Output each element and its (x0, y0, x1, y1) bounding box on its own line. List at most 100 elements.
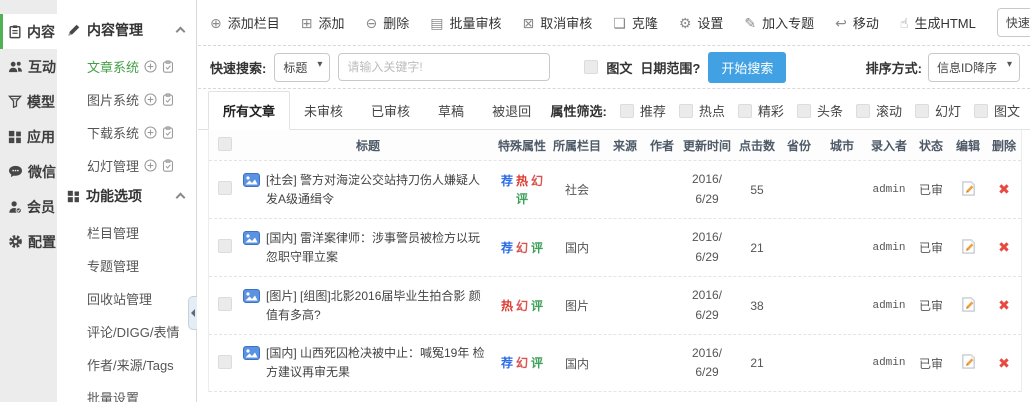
toolbar-button-生成HTML[interactable]: ☝生成HTML (900, 13, 976, 32)
sidebar-item-幻灯管理[interactable]: 幻灯管理 (57, 149, 196, 182)
add-icon[interactable] (144, 159, 157, 172)
filter-option-滚动[interactable]: 滚动 (856, 101, 902, 120)
add-icon[interactable] (144, 93, 157, 106)
sidebar-item-回收站管理[interactable]: 回收站管理 (57, 282, 196, 315)
delete-button[interactable]: ✖ (998, 355, 1010, 371)
filter-option-幻灯[interactable]: 幻灯 (915, 101, 961, 120)
row-checkbox[interactable] (218, 297, 232, 311)
attr-badge[interactable]: 热 (501, 297, 513, 315)
rail-item-会员[interactable]: 会员 (0, 189, 57, 224)
tab-草稿[interactable]: 草稿 (424, 92, 478, 129)
edit-button[interactable] (960, 180, 977, 197)
tab-所有文章[interactable]: 所有文章 (208, 91, 290, 130)
tab-未审核[interactable]: 未审核 (290, 92, 357, 129)
toolbar-button-添加[interactable]: ⊞添加 (301, 13, 345, 32)
attr-badge[interactable]: 荐 (501, 172, 513, 190)
tab-被退回[interactable]: 被退回 (478, 92, 545, 129)
attr-badge[interactable]: 幻 (516, 239, 528, 257)
delete-button[interactable]: ✖ (998, 297, 1010, 313)
edit-button[interactable] (960, 353, 977, 370)
attr-badge[interactable]: 幻 (516, 297, 528, 315)
article-title[interactable]: [国内] 雷洋案律师：涉事警员被检方以玩忽职守罪立案 (241, 225, 495, 270)
sort-select[interactable]: 信息ID降序 (928, 53, 1020, 82)
filter-checkbox[interactable] (915, 104, 929, 118)
attr-badge[interactable]: 荐 (501, 239, 513, 257)
row-checkbox[interactable] (218, 239, 232, 253)
image-text-label: 图文 (606, 58, 632, 77)
toolbar-button-取消审核[interactable]: ⊠取消审核 (523, 13, 593, 32)
filter-checkbox[interactable] (856, 104, 870, 118)
toolbar-button-删除[interactable]: ⊖删除 (366, 13, 410, 32)
select-all-checkbox[interactable] (218, 137, 232, 151)
rail-item-内容[interactable]: 内容 (0, 14, 57, 49)
edit-button[interactable] (960, 238, 977, 255)
filter-checkbox[interactable] (797, 104, 811, 118)
filter-option-图文[interactable]: 图文 (974, 101, 1020, 120)
add-icon[interactable] (144, 60, 157, 73)
search-field-select[interactable]: 标题 (274, 53, 330, 82)
column-header-作者: 作者 (645, 137, 679, 154)
filter-option-推荐[interactable]: 推荐 (620, 101, 666, 120)
start-search-button[interactable]: 开始搜索 (708, 52, 786, 83)
row-checkbox[interactable] (218, 355, 232, 369)
audit-icon[interactable] (162, 60, 174, 73)
attr-badge[interactable]: 荐 (501, 354, 513, 372)
tab-已审核[interactable]: 已审核 (357, 92, 424, 129)
rail-item-互动[interactable]: 互动 (0, 49, 57, 84)
filter-option-精彩[interactable]: 精彩 (738, 101, 784, 120)
sidebar-section-header[interactable]: 功能选项 (57, 182, 196, 216)
toolbar-button-批量审核[interactable]: ▤批量审核 (430, 13, 501, 32)
sidebar-collapse-handle[interactable] (188, 296, 197, 330)
sidebar-item-作者/来源/Tags[interactable]: 作者/来源/Tags (57, 348, 196, 381)
toolbar-button-克隆[interactable]: ❏克隆 (613, 13, 658, 32)
article-title[interactable]: [国内] 山西死囚枪决被中止：喊冤19年 检方建议再审无果 (241, 340, 495, 385)
row-checkbox[interactable] (218, 181, 232, 195)
attr-badge[interactable]: 评 (531, 239, 543, 257)
toolbar-button-设置[interactable]: ⚙设置 (679, 13, 724, 32)
filter-checkbox[interactable] (738, 104, 752, 118)
sidebar-item-批量设置[interactable]: 批量设置 (57, 381, 196, 402)
attr-badge[interactable]: 热 (516, 172, 528, 190)
rail-item-应用[interactable]: 应用 (0, 119, 57, 154)
filter-option-头条[interactable]: 头条 (797, 101, 843, 120)
delete-cell: ✖ (987, 297, 1021, 314)
date-range-label[interactable]: 日期范围? (640, 58, 700, 77)
attr-badge[interactable]: 评 (531, 297, 543, 315)
attr-badge[interactable]: 评 (516, 190, 528, 208)
delete-button[interactable]: ✖ (998, 181, 1010, 197)
toolbar-button-添加栏目[interactable]: ⊕添加栏目 (210, 13, 280, 32)
filter-checkbox[interactable] (620, 104, 634, 118)
article-title[interactable]: [社会] 警方对海淀公交站持刀伤人嫌疑人发A级通缉令 (241, 167, 495, 212)
sidebar-section-header[interactable]: 内容管理 (57, 16, 196, 50)
add-icon[interactable] (144, 126, 157, 139)
filter-checkbox[interactable] (679, 104, 693, 118)
jump-to-column-select[interactable]: 快速跳转到栏目... (997, 8, 1030, 37)
remove-circle-icon: ⊖ (366, 16, 378, 30)
sidebar-item-栏目管理[interactable]: 栏目管理 (57, 216, 196, 249)
sidebar-item-评论/DIGG/表情[interactable]: 评论/DIGG/表情 (57, 315, 196, 348)
sidebar-item-专题管理[interactable]: 专题管理 (57, 249, 196, 282)
audit-icon[interactable] (162, 126, 174, 139)
sidebar-item-文章系统[interactable]: 文章系统 (57, 50, 196, 83)
article-date: 2016/6/29 (679, 344, 735, 382)
article-title[interactable]: [图片] [组图]北影2016届毕业生拍合影 颜值有多高? (241, 283, 495, 328)
filter-option-热点[interactable]: 热点 (679, 101, 725, 120)
toolbar-button-移动[interactable]: ↩移动 (835, 13, 879, 32)
image-text-checkbox[interactable] (584, 60, 598, 74)
attr-badge[interactable]: 评 (531, 354, 543, 372)
audit-icon[interactable] (162, 93, 174, 106)
edit-button[interactable] (960, 296, 977, 313)
audit-icon[interactable] (162, 159, 174, 172)
attr-badge[interactable]: 幻 (531, 172, 543, 190)
rail-item-微信[interactable]: 微信 (0, 154, 57, 189)
sidebar-item-图片系统[interactable]: 图片系统 (57, 83, 196, 116)
filter-checkbox[interactable] (974, 104, 988, 118)
sidebar-item-下载系统[interactable]: 下载系统 (57, 116, 196, 149)
rail-item-配置[interactable]: 配置 (0, 224, 57, 259)
delete-button[interactable]: ✖ (998, 239, 1010, 255)
article-title-text: [国内] 山西死囚枪决被中止：喊冤19年 检方建议再审无果 (266, 344, 487, 381)
rail-item-模型[interactable]: 模型 (0, 84, 57, 119)
attr-badge[interactable]: 幻 (516, 354, 528, 372)
keyword-input[interactable] (338, 53, 550, 81)
toolbar-button-加入专题[interactable]: ✎加入专题 (744, 13, 814, 32)
